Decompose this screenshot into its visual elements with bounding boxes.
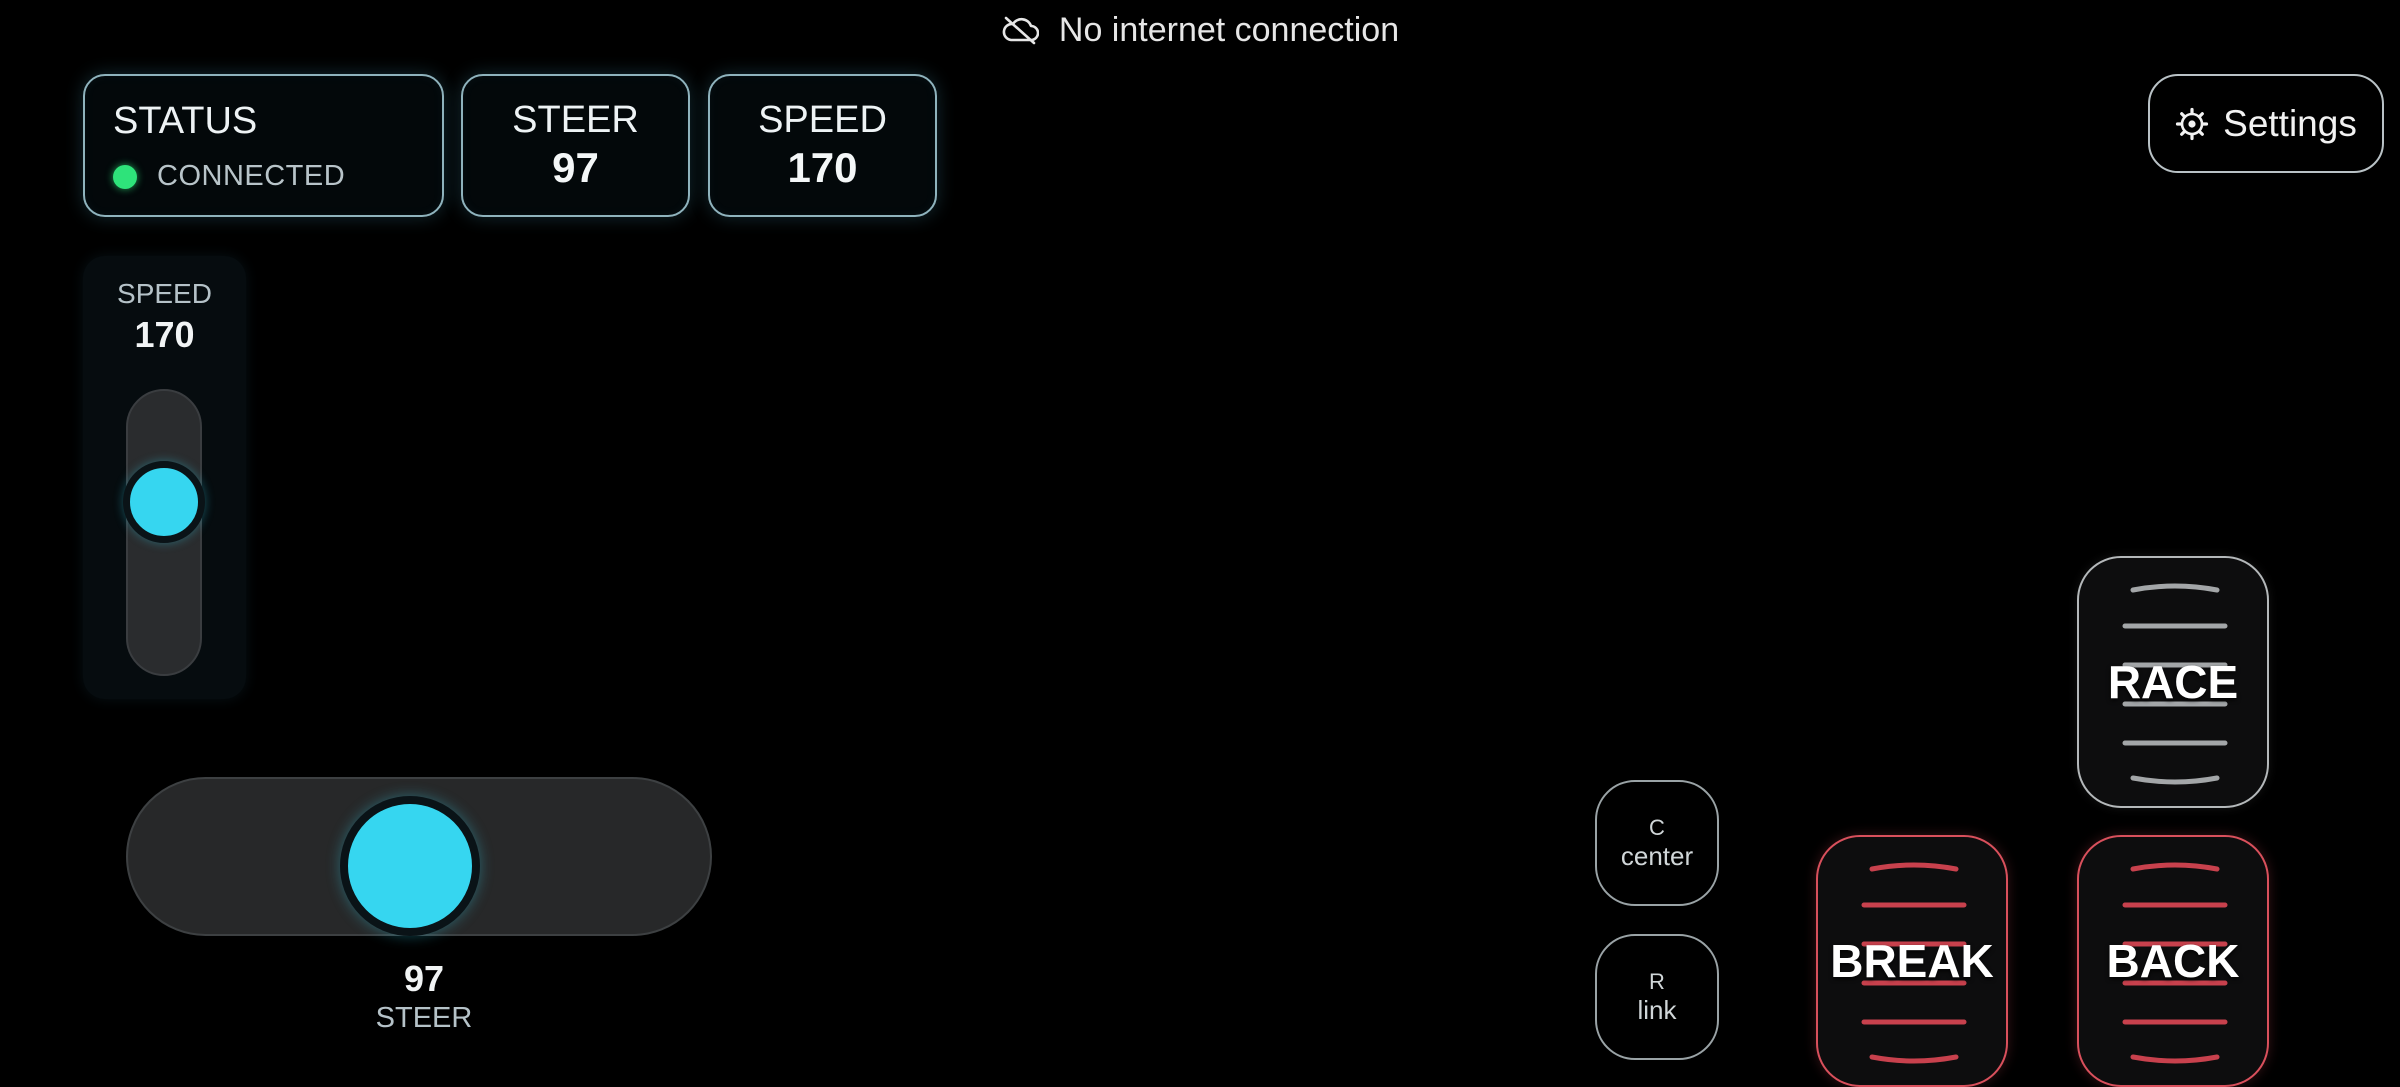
cloud-off-icon (1002, 16, 1039, 45)
steer-slider-knob[interactable] (340, 796, 481, 936)
center-button-key: C (1649, 815, 1665, 840)
steer-card-value: 97 (552, 144, 599, 191)
speed-slider-label: SPEED (117, 278, 212, 309)
race-pedal-button[interactable]: RACE (2077, 556, 2269, 808)
steer-card-title: STEER (512, 99, 639, 141)
break-pedal-button[interactable]: BREAK (1816, 835, 2008, 1087)
speed-card-value: 170 (787, 144, 858, 191)
link-button-key: R (1649, 969, 1665, 994)
gear-icon (2176, 107, 2209, 140)
link-button[interactable]: R link (1595, 934, 1719, 1060)
settings-label: Settings (2223, 102, 2357, 144)
back-label: BACK (2106, 935, 2240, 987)
steer-card: STEER 97 (461, 74, 690, 217)
race-label: RACE (2107, 656, 2239, 708)
status-row: CONNECTED (113, 160, 345, 193)
steer-slider-value: 97 (403, 958, 445, 999)
back-pedal-button[interactable]: BACK (2077, 835, 2269, 1087)
center-button-label: center (1620, 841, 1694, 871)
status-card: STATUS CONNECTED (83, 74, 444, 217)
banner-text: No internet connection (1058, 10, 1400, 49)
center-button[interactable]: C center (1595, 780, 1719, 906)
speed-card-title: SPEED (758, 99, 887, 141)
status-text: CONNECTED (157, 160, 346, 192)
link-button-label: link (1637, 995, 1677, 1025)
settings-button[interactable]: Settings (2148, 74, 2384, 173)
speed-card: SPEED 170 (708, 74, 937, 217)
status-title: STATUS (113, 100, 258, 142)
break-label: BREAK (1830, 935, 1994, 987)
speed-slider-knob[interactable] (123, 460, 205, 543)
speed-slider-value: 170 (134, 314, 195, 355)
steer-slider-track[interactable] (126, 777, 712, 936)
connection-indicator-dot (113, 164, 137, 189)
steer-slider-label: STEER (375, 1002, 473, 1034)
speed-slider-panel: SPEED 170 (83, 256, 246, 699)
connectivity-banner: No internet connection (0, 8, 2400, 52)
